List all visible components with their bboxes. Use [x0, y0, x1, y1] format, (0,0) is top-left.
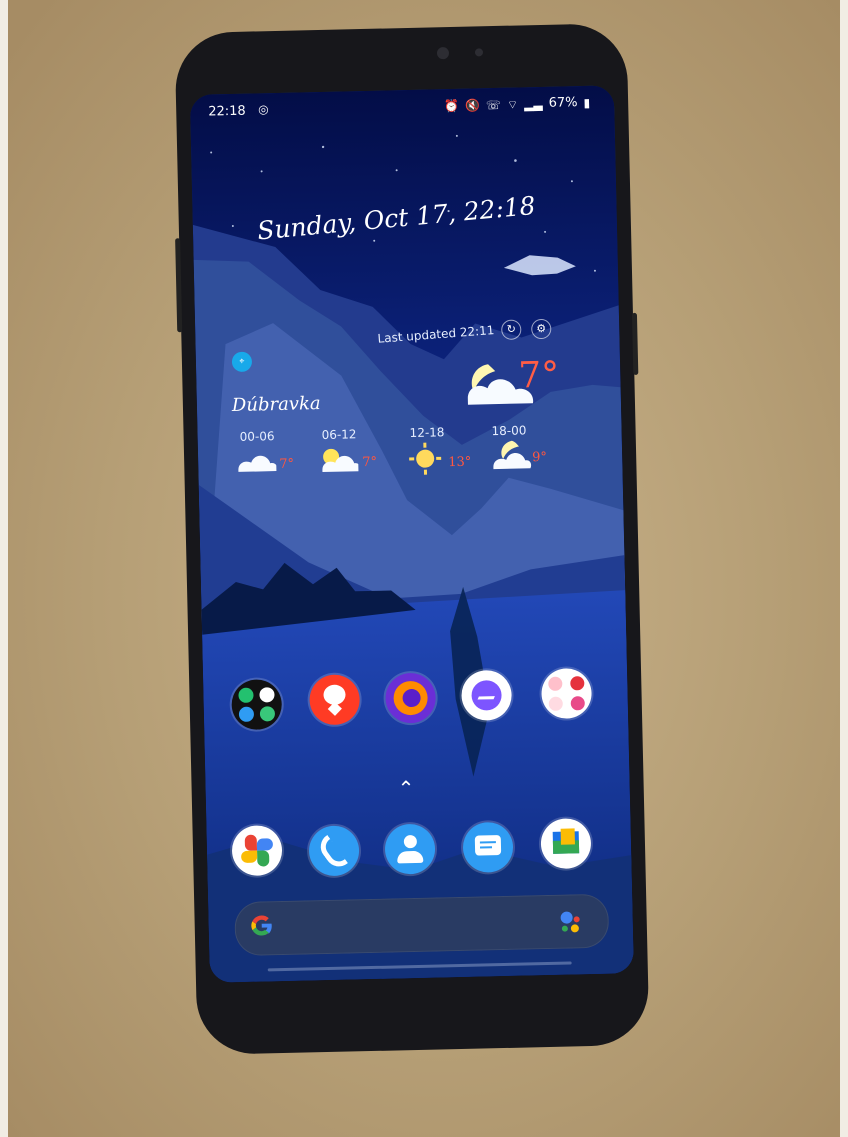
wifi-call-icon: ☏ — [485, 97, 502, 112]
google-news-icon: ◎ — [258, 102, 269, 117]
forecast-time: 00-06 — [239, 429, 275, 444]
messenger-app[interactable] — [461, 669, 513, 721]
current-temperature: 7° — [517, 354, 560, 397]
favorites-dock — [226, 816, 607, 885]
google-logo-icon — [251, 915, 272, 936]
alarm-icon: ⏰ — [443, 98, 460, 113]
messages-app[interactable] — [462, 821, 514, 873]
status-icons: ⏰ 🔇 ☏ ⌔ ▂▃ 67% ▮ — [444, 95, 590, 113]
forecast-time: 06-12 — [321, 427, 357, 443]
photo-edge-right — [840, 0, 848, 1137]
weather-location[interactable]: Dúbravka — [232, 393, 321, 416]
photos-app[interactable] — [231, 825, 283, 877]
contacts-app[interactable] — [384, 823, 436, 875]
folder-social-apps[interactable] — [540, 667, 593, 720]
battery-icon: ▮ — [583, 95, 591, 110]
mute-icon: 🔇 — [464, 97, 481, 113]
app-drawer-arrow[interactable]: ⌃ — [397, 776, 414, 800]
home-app-row — [223, 666, 604, 735]
cloudy-night-icon — [493, 440, 532, 470]
forecast-slot: 18-00 9° — [481, 423, 564, 489]
forecast-slot: 00-06 7° — [229, 428, 312, 494]
phone-device: 22:18 ◎ ⏰ 🔇 ☏ ⌔ ▂▃ 67% ▮ Sunday, Oct 17,… — [174, 23, 650, 1055]
sensor-dot — [474, 48, 484, 57]
forecast-temp: 13° — [448, 454, 472, 471]
folder-google-apps[interactable] — [231, 679, 283, 731]
volume-button — [175, 238, 183, 333]
refresh-weather-button[interactable]: ↻ — [501, 319, 522, 340]
forecast-temp: 9° — [532, 449, 548, 466]
wifi-icon: ⌔ — [506, 96, 519, 112]
sun-icon — [409, 442, 442, 475]
weather-settings-button[interactable]: ⚙ — [531, 318, 552, 340]
phone-screen: 22:18 ◎ ⏰ 🔇 ☏ ⌔ ▂▃ 67% ▮ Sunday, Oct 17,… — [189, 85, 634, 983]
battery-percent: 67% — [548, 95, 578, 111]
google-assistant-icon[interactable] — [556, 907, 585, 936]
forecast-slot: 06-12 7° — [311, 426, 394, 492]
forecast-slot: 12-18 13° — [399, 424, 482, 490]
front-camera — [436, 47, 450, 60]
partly-cloudy-icon — [322, 448, 359, 473]
cloud-icon — [238, 455, 277, 472]
maps-pin-app[interactable] — [309, 674, 361, 726]
weather-controls: ↻ ⚙ — [501, 318, 552, 340]
phone-app[interactable] — [308, 825, 360, 877]
weather-forecast: 00-06 7° 06-12 7° 12-18 13° 18-00 9° — [229, 422, 590, 500]
forecast-temp: 7° — [279, 456, 295, 472]
signal-icon: ▂▃ — [524, 96, 543, 111]
status-time: 22:18 — [208, 103, 246, 120]
files-app[interactable] — [540, 818, 592, 870]
forecast-time: 12-18 — [409, 425, 445, 441]
firefox-app[interactable] — [385, 672, 437, 724]
photo-edge-left — [0, 0, 8, 1137]
forecast-temp: 7° — [362, 454, 378, 471]
google-search-bar[interactable] — [234, 893, 610, 957]
